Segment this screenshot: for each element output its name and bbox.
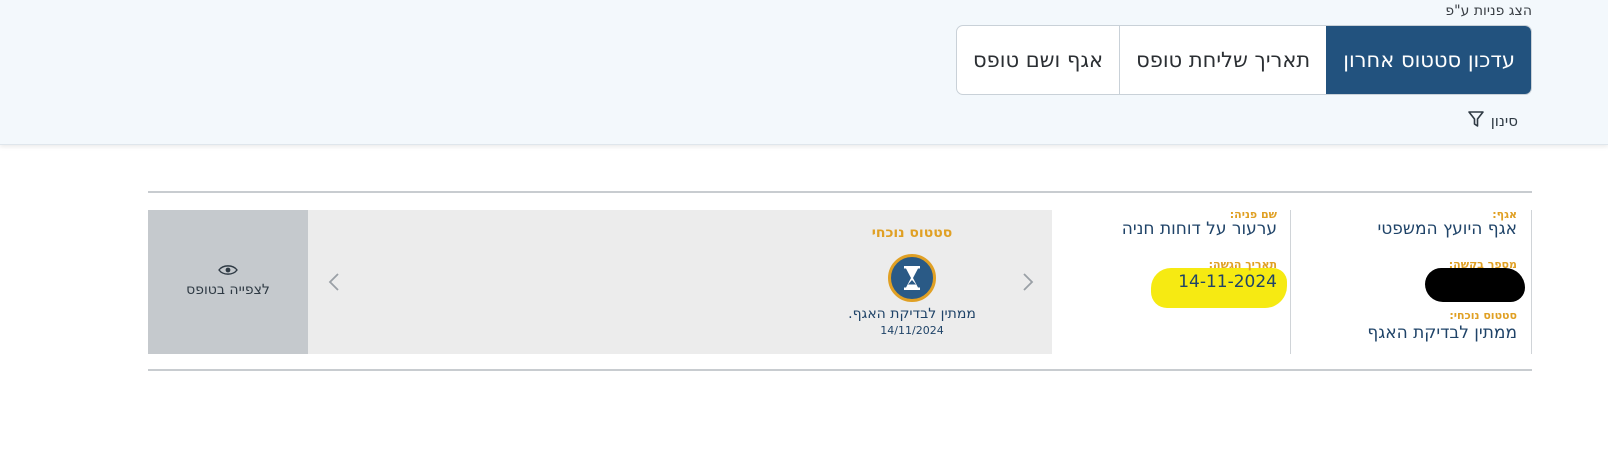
request-name-value: ערעור על דוחות חניה: [1121, 219, 1277, 239]
submit-date-value: 14-11-2024: [1178, 272, 1277, 292]
status-date: 14/11/2024: [880, 324, 944, 337]
filter-button[interactable]: סינון: [1467, 110, 1518, 132]
divider-bottom: [148, 369, 1532, 371]
sort-label: הצג פניות ע"פ: [1445, 3, 1532, 19]
current-status-title: סטטוס נוכחי: [871, 225, 953, 241]
request-card: אגף: אגף היועץ המשפטי מספר בקשה: סטטוס נ…: [148, 208, 1532, 354]
status-description: ממתין לבדיקת האגף.: [848, 306, 976, 322]
status-value: ממתין לבדיקת האגף: [1367, 323, 1517, 343]
sort-by-last-status-button[interactable]: עדכון סטטוס אחרון: [1326, 26, 1531, 94]
request-number-redacted: [1425, 268, 1525, 302]
eye-icon: [216, 262, 240, 276]
request-details-column: אגף: אגף היועץ המשפטי מספר בקשה: סטטוס נ…: [1290, 208, 1532, 354]
request-name-column: שם פניה: ערעור על דוחות חניה תאריך הגשה:…: [1051, 208, 1291, 354]
sort-by-dept-form-button[interactable]: אגף ושם טופס: [957, 26, 1119, 94]
filter-label: סינון: [1490, 112, 1518, 130]
status-carousel: סטטוס נוכחי ממתין לבדיקת האגף. 14/11/202…: [308, 210, 1052, 354]
hourglass-icon: [888, 254, 936, 302]
sort-by-send-date-button[interactable]: תאריך שליחת טופס: [1119, 26, 1326, 94]
top-controls-band: הצג פניות ע"פ עדכון סטטוס אחרון תאריך של…: [0, 0, 1608, 145]
status-label: סטטוס נוכחי:: [1449, 309, 1517, 322]
filter-icon: [1467, 110, 1485, 132]
view-form-label: לצפייה בטופס: [186, 282, 270, 298]
view-form-button[interactable]: לצפייה בטופס: [148, 210, 308, 354]
dept-value: אגף היועץ המשפטי: [1377, 219, 1517, 239]
sort-toggle-group: עדכון סטטוס אחרון תאריך שליחת טופס אגף ו…: [955, 25, 1532, 95]
carousel-next-arrow[interactable]: [328, 272, 340, 297]
divider-top: [148, 191, 1532, 193]
carousel-prev-arrow[interactable]: [1022, 272, 1034, 297]
submit-date-label: תאריך הגשה:: [1208, 258, 1277, 271]
